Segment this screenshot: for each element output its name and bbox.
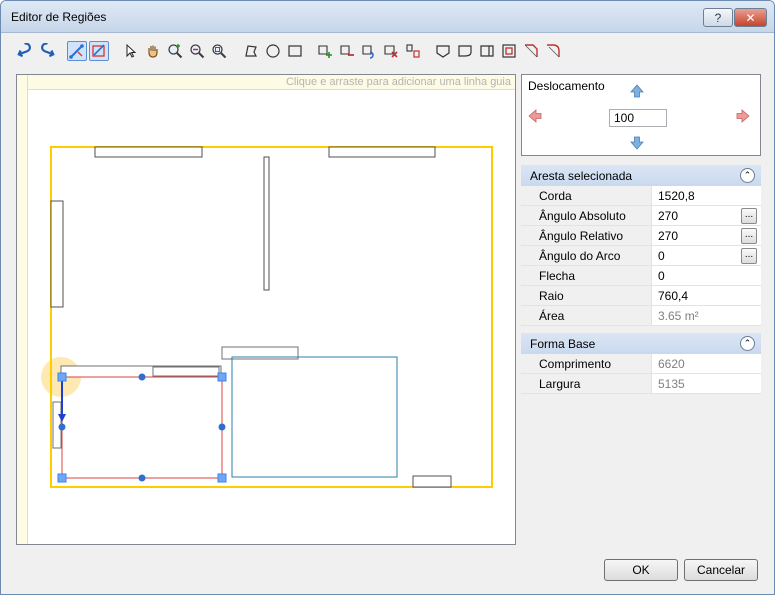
title-bar[interactable]: Editor de Regiões ? ✕ (1, 1, 774, 33)
prop-value-flecha[interactable]: 0 (651, 266, 761, 286)
ok-button[interactable]: OK (604, 559, 678, 581)
handle-top-left (57, 372, 67, 382)
polygon-icon[interactable] (241, 41, 261, 61)
partition-wall (263, 156, 270, 291)
handle-mid-left (58, 423, 66, 431)
prop-row-raio: Raio 760,4 (521, 286, 761, 306)
region-2 (231, 356, 398, 478)
redo-icon[interactable] (37, 41, 57, 61)
arrow-right-icon[interactable] (735, 108, 751, 124)
circle-icon[interactable] (263, 41, 283, 61)
add-region-icon[interactable] (315, 41, 335, 61)
window-bottom-right (412, 475, 452, 488)
shape-1-icon[interactable] (433, 41, 453, 61)
fillet-icon[interactable] (543, 41, 563, 61)
zoom-fit-icon[interactable] (209, 41, 229, 61)
window-title: Editor de Regiões (11, 10, 107, 24)
drawing-canvas[interactable]: Clique e arraste para adicionar uma linh… (16, 74, 516, 545)
displacement-label: Deslocamento (528, 79, 605, 93)
region-editor-window: Editor de Regiões ? ✕ Clique e arraste p… (0, 0, 775, 595)
handle-mid-top (138, 373, 146, 381)
handle-bottom-right (217, 473, 227, 483)
prop-label: Ângulo Relativo (521, 226, 651, 246)
window-left (50, 200, 64, 308)
shape-2-icon[interactable] (455, 41, 475, 61)
prop-label: Flecha (521, 266, 651, 286)
cancel-button[interactable]: Cancelar (684, 559, 758, 581)
displacement-panel: Deslocamento (521, 74, 761, 156)
selected-region (61, 376, 223, 479)
handle-top-right (217, 372, 227, 382)
arrow-left-icon[interactable] (527, 108, 543, 124)
selected-edge-title: Aresta selecionada (530, 168, 633, 183)
select-shape-icon[interactable] (89, 41, 109, 61)
zoom-in-icon[interactable] (165, 41, 185, 61)
prop-row-angulo-relativo: Ângulo Relativo 270 ... (521, 226, 761, 246)
selected-edge-section: Aresta selecionada ⌃ Corda 1520,8 Ângulo… (521, 165, 761, 326)
select-edge-icon[interactable] (67, 41, 87, 61)
prop-value-raio[interactable]: 760,4 (651, 286, 761, 306)
prop-row-corda: Corda 1520,8 (521, 186, 761, 206)
prop-row-flecha: Flecha 0 (521, 266, 761, 286)
ruler-vertical[interactable] (17, 75, 28, 544)
arrow-down-icon[interactable] (629, 135, 645, 151)
prop-row-angulo-absoluto: Ângulo Absoluto 270 ... (521, 206, 761, 226)
ellipsis-button[interactable]: ... (741, 228, 757, 244)
undo-icon[interactable] (15, 41, 35, 61)
base-shape-header[interactable]: Forma Base ⌃ (521, 333, 761, 354)
pan-hand-icon[interactable] (143, 41, 163, 61)
ellipsis-button[interactable]: ... (741, 248, 757, 264)
intersect-region-icon[interactable] (359, 41, 379, 61)
prop-value-corda[interactable]: 1520,8 (651, 186, 761, 206)
furniture-bench (152, 366, 220, 377)
prop-row-angulo-arco: Ângulo do Arco 0 ... (521, 246, 761, 266)
pointer-icon[interactable] (121, 41, 141, 61)
close-button[interactable]: ✕ (734, 8, 767, 27)
prop-row-comprimento: Comprimento 6620 (521, 354, 761, 374)
prop-label: Largura (521, 374, 651, 394)
collapse-icon[interactable]: ⌃ (740, 336, 755, 351)
prop-label: Ângulo Absoluto (521, 206, 651, 226)
handle-bottom-left (57, 473, 67, 483)
base-shape-title: Forma Base (530, 336, 596, 351)
prop-label: Raio (521, 286, 651, 306)
selected-edge-header[interactable]: Aresta selecionada ⌃ (521, 165, 761, 186)
arrow-up-icon[interactable] (629, 83, 645, 99)
subtract-region-icon[interactable] (337, 41, 357, 61)
prop-value-comprimento: 6620 (651, 354, 761, 374)
prop-label: Área (521, 306, 651, 326)
ruler-horizontal[interactable]: Clique e arraste para adicionar uma linh… (17, 75, 515, 90)
zoom-out-icon[interactable] (187, 41, 207, 61)
split-icon[interactable] (403, 41, 423, 61)
displacement-input[interactable] (609, 109, 667, 127)
window-top-right (328, 146, 436, 158)
prop-value-largura: 5135 (651, 374, 761, 394)
remove-region-icon[interactable] (381, 41, 401, 61)
help-button[interactable]: ? (703, 8, 733, 27)
prop-row-largura: Largura 5135 (521, 374, 761, 394)
floor-plan-drawing[interactable] (17, 75, 515, 544)
guide-hint: Clique e arraste para adicionar uma linh… (285, 76, 511, 88)
ellipsis-button[interactable]: ... (741, 208, 757, 224)
handle-mid-right (218, 423, 226, 431)
collapse-icon[interactable]: ⌃ (740, 168, 755, 183)
prop-value-area: 3.65 m² (651, 306, 761, 326)
window-top-left (94, 146, 203, 158)
chamfer-icon[interactable] (521, 41, 541, 61)
handle-mid-bottom (138, 474, 146, 482)
prop-label: Comprimento (521, 354, 651, 374)
rectangle-icon[interactable] (285, 41, 305, 61)
base-shape-section: Forma Base ⌃ Comprimento 6620 Largura 51… (521, 333, 761, 394)
prop-label: Corda (521, 186, 651, 206)
shape-3-icon[interactable] (477, 41, 497, 61)
prop-row-area: Área 3.65 m² (521, 306, 761, 326)
shape-4-icon[interactable] (499, 41, 519, 61)
prop-label: Ângulo do Arco (521, 246, 651, 266)
toolbar (15, 39, 575, 63)
room-outline (50, 146, 493, 488)
